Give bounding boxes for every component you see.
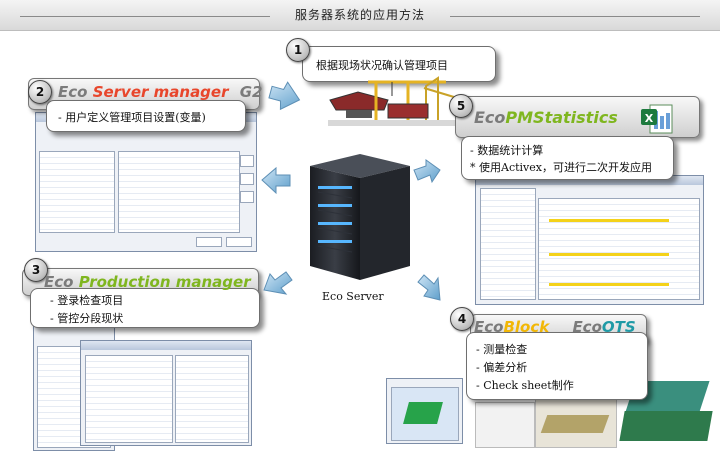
arrow-step1-to-step2 [268,81,301,111]
arrow-server-to-step2 [261,166,291,195]
arrow-server-to-step4 [417,274,441,301]
flow-arrows [261,81,441,301]
arrow-server-to-step3 [263,271,293,295]
arrow-server-to-step5 [413,159,441,184]
